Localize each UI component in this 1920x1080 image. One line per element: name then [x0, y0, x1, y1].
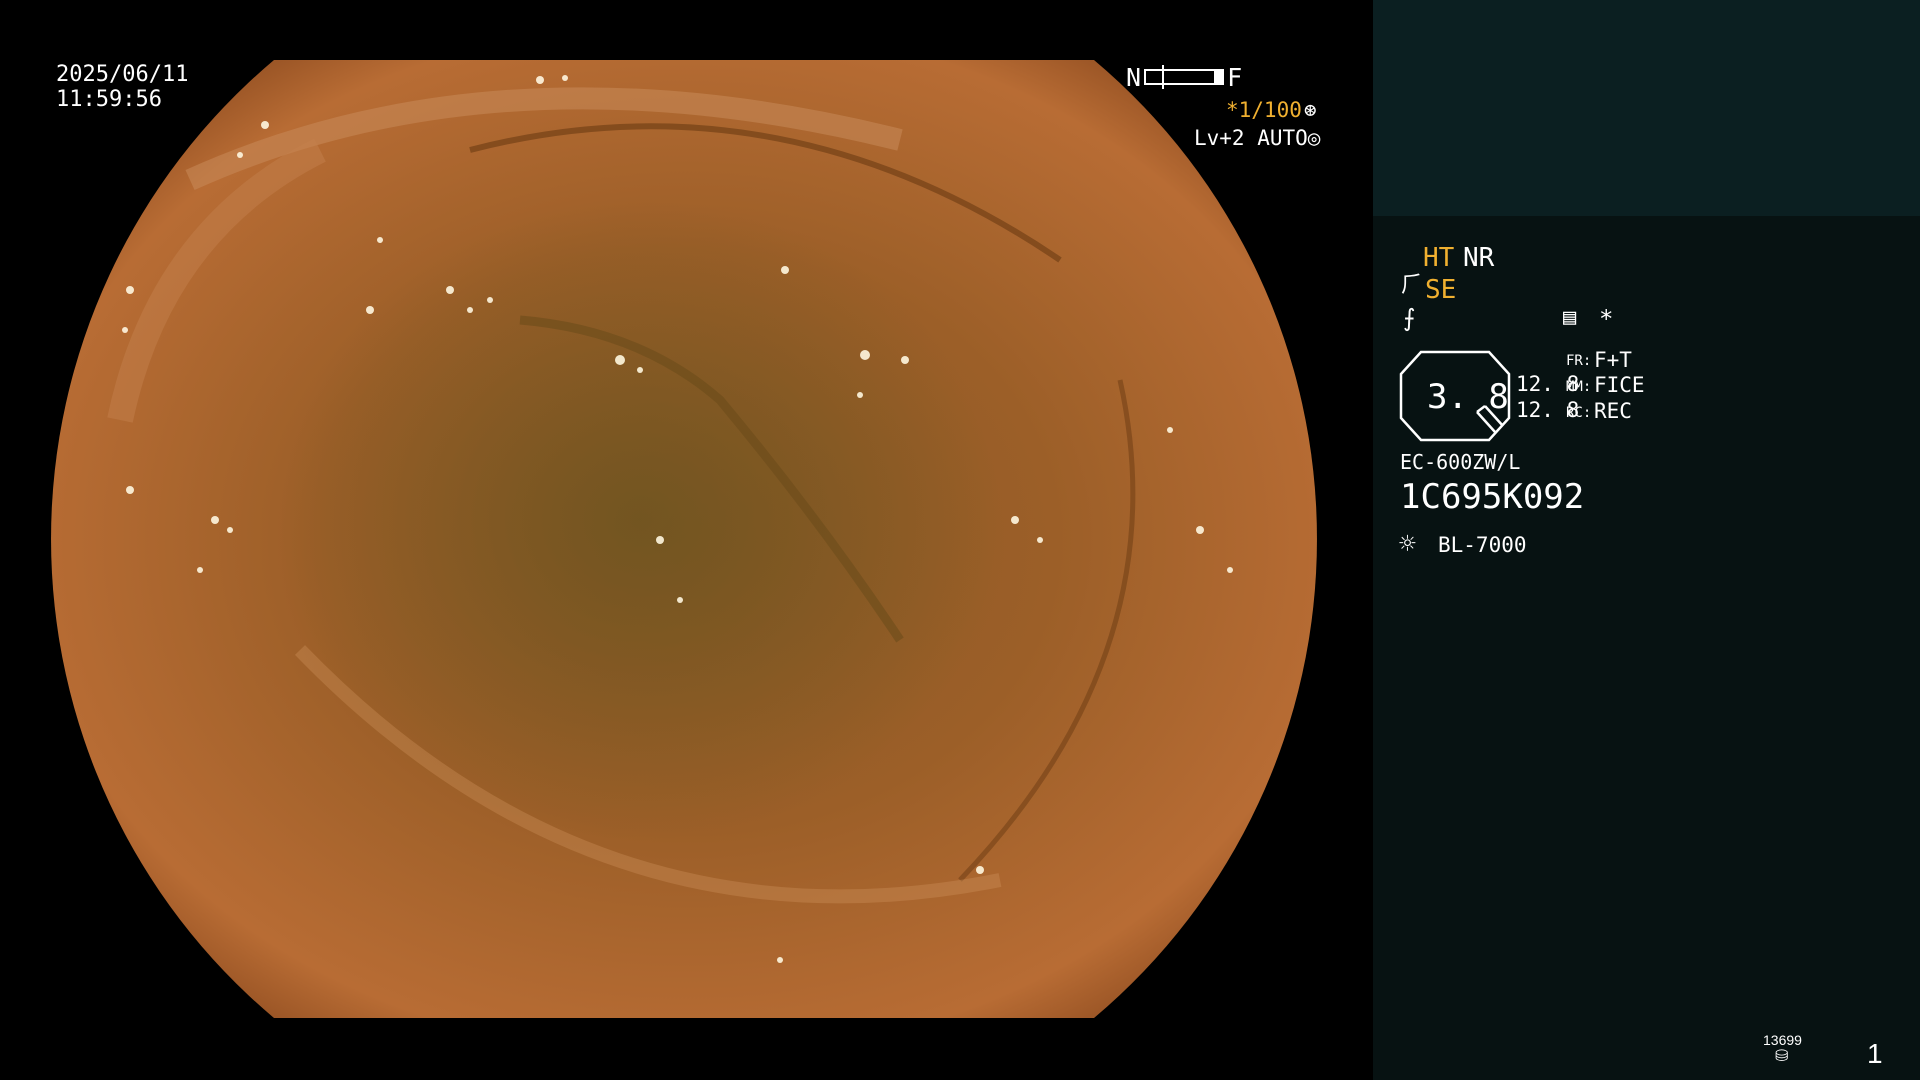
- page-number: 1: [1867, 1038, 1883, 1069]
- thumbnail-area: [1373, 0, 1920, 216]
- iris-value: Lv+2 AUTO: [1194, 126, 1308, 150]
- near-label: N: [1126, 62, 1142, 92]
- se-label: SE: [1425, 275, 1457, 305]
- endoscopic-image: [51, 60, 1317, 1018]
- light-source-icon: ☼: [1399, 527, 1416, 560]
- scope-serial: 1C695K092: [1400, 477, 1585, 517]
- far-label: F: [1227, 62, 1243, 92]
- rc-label: RC:: [1566, 405, 1592, 421]
- time-label: 11:59:56: [56, 87, 162, 112]
- scope-model: EC-600ZW/L: [1400, 450, 1521, 474]
- disk-icon: ⛁: [1775, 1046, 1789, 1065]
- mm-label: MM:: [1566, 379, 1592, 395]
- iris-setting: Lv+2 AUTO◎: [1194, 128, 1320, 149]
- nr-label: NR: [1463, 243, 1495, 273]
- light-source-label: BL-7000: [1438, 533, 1527, 557]
- image-counter: 13699: [1763, 1032, 1802, 1048]
- structure-icon: ⨍: [1403, 304, 1416, 332]
- rc-value: REC: [1594, 399, 1632, 423]
- ht-label: HT: [1423, 243, 1455, 273]
- fr-label: FR:: [1566, 353, 1592, 369]
- focus-bar: [1144, 65, 1225, 89]
- endoscope-view: 2025/06/11 11:59:56 N F *1/100⊛ Lv+2 AUT…: [0, 0, 1372, 1080]
- near-far-indicator: N F: [1126, 64, 1242, 90]
- shutter-value: *1/100: [1226, 98, 1302, 122]
- shutter-speed: *1/100⊛: [1226, 100, 1317, 121]
- shutter-icon: ⊛: [1303, 98, 1317, 122]
- date-label: 2025/06/11: [56, 62, 189, 87]
- mm-value: FICE: [1594, 373, 1645, 397]
- fr-value: F+T: [1594, 348, 1632, 372]
- info-panel: HT NR ⺁ SE ⨍ ▤ * 3. 8 12. 8 12. 8 FR: F+…: [1373, 0, 1920, 1080]
- star-marker: *: [1599, 305, 1614, 333]
- list-icon: ▤: [1563, 305, 1577, 330]
- zoom-value: 3. 8: [1427, 377, 1509, 417]
- se-icon: ⺁: [1401, 273, 1424, 298]
- iris-icon: ◎: [1307, 126, 1321, 150]
